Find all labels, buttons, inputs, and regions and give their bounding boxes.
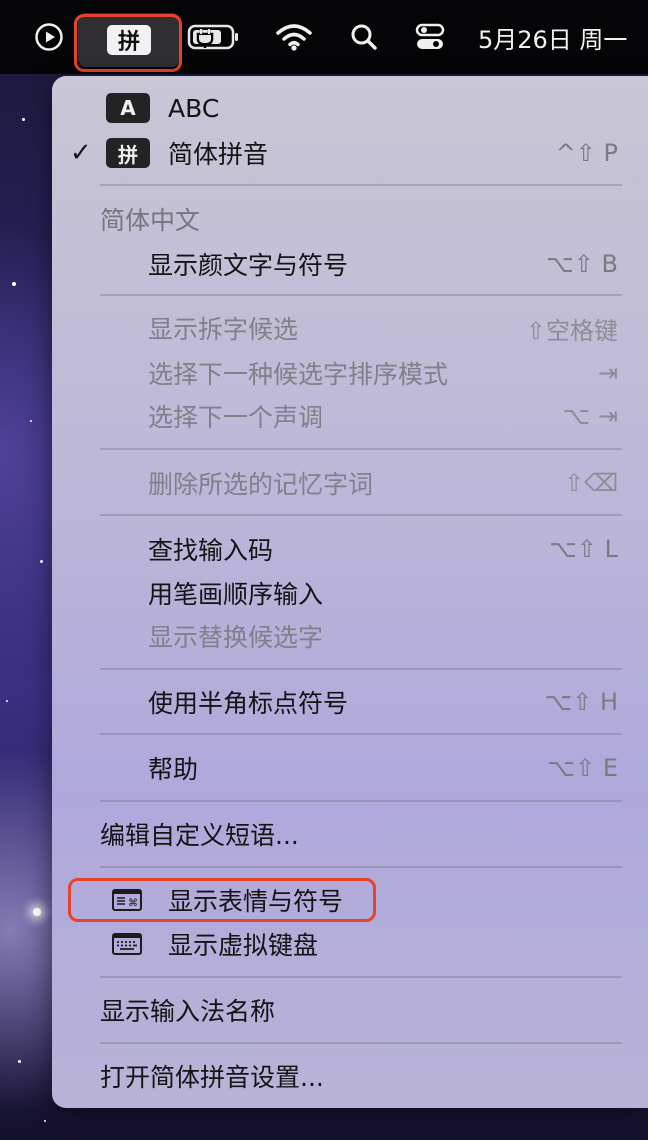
menu-separator — [100, 668, 622, 670]
menu-item-label: ABC — [168, 93, 220, 123]
menu-item-label: 删除所选的记忆字词 — [148, 470, 374, 499]
menu-separator — [100, 866, 622, 868]
section-header-label: 简体中文 — [100, 206, 201, 235]
abc-input-icon: A — [106, 93, 150, 123]
menu-item-open-settings[interactable]: 打开简体拼音设置... — [52, 1054, 648, 1098]
menu-separator — [100, 976, 622, 978]
star — [22, 118, 25, 121]
menu-item-label: 显示拆字候选 — [148, 315, 299, 344]
star — [18, 1060, 21, 1063]
menu-item-emoji-symbols[interactable]: ⌘ 显示表情与符号 — [52, 878, 648, 922]
shortcut-label: ⌥⇧ B — [546, 250, 618, 278]
menu-item-lookup-code[interactable]: 查找输入码 ⌥⇧ L — [52, 527, 648, 571]
menu-item-delete-memory[interactable]: 删除所选的记忆字词 ⇧⌫ — [52, 461, 648, 505]
play-circle-icon[interactable] — [30, 0, 68, 74]
star — [33, 908, 41, 916]
menu-item-kaomoji[interactable]: 显示颜文字与符号 ⌥⇧ B — [52, 242, 648, 286]
checkmark-icon: ✓ — [70, 138, 92, 168]
emoji-viewer-icon: ⌘ — [112, 889, 142, 911]
pinyin-input-menu-button[interactable]: 拼 — [78, 13, 180, 67]
star — [40, 560, 43, 563]
shortcut-label: ⌥⇧ L — [549, 535, 618, 563]
date-time-clock[interactable]: 5月26日 周一 — [478, 0, 648, 74]
menu-separator — [100, 448, 622, 450]
menu-item-label: 选择下一种候选字排序模式 — [148, 360, 449, 389]
star — [44, 1120, 46, 1122]
section-header: 简体中文 — [52, 197, 648, 241]
input-method-menu: A ABC ✓ 拼 简体拼音 ^⇧ P 简体中文 显示颜文字与符号 ⌥⇧ B 显… — [52, 76, 648, 1108]
menu-separator — [100, 514, 622, 516]
menu-item-next-sort[interactable]: 选择下一种候选字排序模式 ⇥ — [52, 351, 648, 395]
star — [30, 420, 32, 422]
menu-item-label: 打开简体拼音设置... — [100, 1063, 324, 1092]
menu-item-show-replacement[interactable]: 显示替换候选字 — [52, 614, 648, 658]
menu-item-label: 显示虚拟键盘 — [168, 931, 319, 960]
star — [6, 700, 8, 702]
shortcut-label: ⇧空格键 — [525, 316, 618, 345]
menu-item-stroke-input[interactable]: 用笔画顺序输入 — [52, 571, 648, 615]
wifi-icon[interactable] — [272, 0, 316, 74]
menu-item-halfwidth-punct[interactable]: 使用半角标点符号 ⌥⇧ H — [52, 680, 648, 724]
menu-separator — [100, 184, 622, 186]
shortcut-label: ⇥ — [597, 359, 618, 387]
menu-separator — [100, 1042, 622, 1044]
menu-bar: 拼 5月26日 周一 — [0, 0, 648, 74]
battery-icon[interactable] — [186, 0, 242, 74]
menu-item-label: 查找输入码 — [148, 536, 274, 565]
shortcut-label: ⌥ ⇥ — [562, 402, 618, 430]
star — [12, 282, 16, 286]
shortcut-label: ^⇧ P — [555, 139, 618, 167]
menu-item-edit-phrases[interactable]: 编辑自定义短语... — [52, 812, 648, 856]
menu-item-simplified-pinyin[interactable]: ✓ 拼 简体拼音 ^⇧ P — [52, 131, 648, 175]
shortcut-label: ⌥⇧ E — [547, 754, 618, 782]
menu-item-label: 用笔画顺序输入 — [148, 580, 324, 609]
control-center-icon[interactable] — [408, 0, 452, 74]
svg-text:⌘: ⌘ — [128, 898, 138, 909]
shortcut-label: ⌥⇧ H — [544, 688, 618, 716]
menu-item-label: 显示表情与符号 — [168, 887, 344, 916]
menu-separator — [100, 800, 622, 802]
menu-item-split-char[interactable]: 显示拆字候选 ⇧空格键 — [52, 306, 648, 350]
menu-item-label: 编辑自定义短语... — [100, 821, 299, 850]
shortcut-label: ⇧⌫ — [563, 469, 618, 497]
search-icon[interactable] — [344, 0, 384, 74]
menu-item-label: 显示颜文字与符号 — [148, 251, 349, 280]
menu-item-virtual-keyboard[interactable]: 显示虚拟键盘 — [52, 922, 648, 966]
menu-separator — [100, 294, 622, 296]
menu-item-show-name[interactable]: 显示输入法名称 — [52, 988, 648, 1032]
pinyin-input-icon: 拼 — [106, 138, 150, 168]
menu-item-label: 显示替换候选字 — [148, 623, 324, 652]
menu-item-label: 显示输入法名称 — [100, 997, 276, 1026]
menu-item-label: 选择下一个声调 — [148, 403, 324, 432]
menu-item-next-tone[interactable]: 选择下一个声调 ⌥ ⇥ — [52, 394, 648, 438]
menu-item-label: 使用半角标点符号 — [148, 689, 349, 718]
menu-item-help[interactable]: 帮助 ⌥⇧ E — [52, 746, 648, 790]
keyboard-viewer-icon — [112, 933, 142, 955]
pinyin-input-icon: 拼 — [107, 25, 151, 55]
menu-separator — [100, 733, 622, 735]
menu-item-label: 简体拼音 — [168, 140, 269, 169]
menu-item-abc[interactable]: A ABC — [52, 86, 648, 130]
menu-item-label: 帮助 — [148, 755, 199, 784]
